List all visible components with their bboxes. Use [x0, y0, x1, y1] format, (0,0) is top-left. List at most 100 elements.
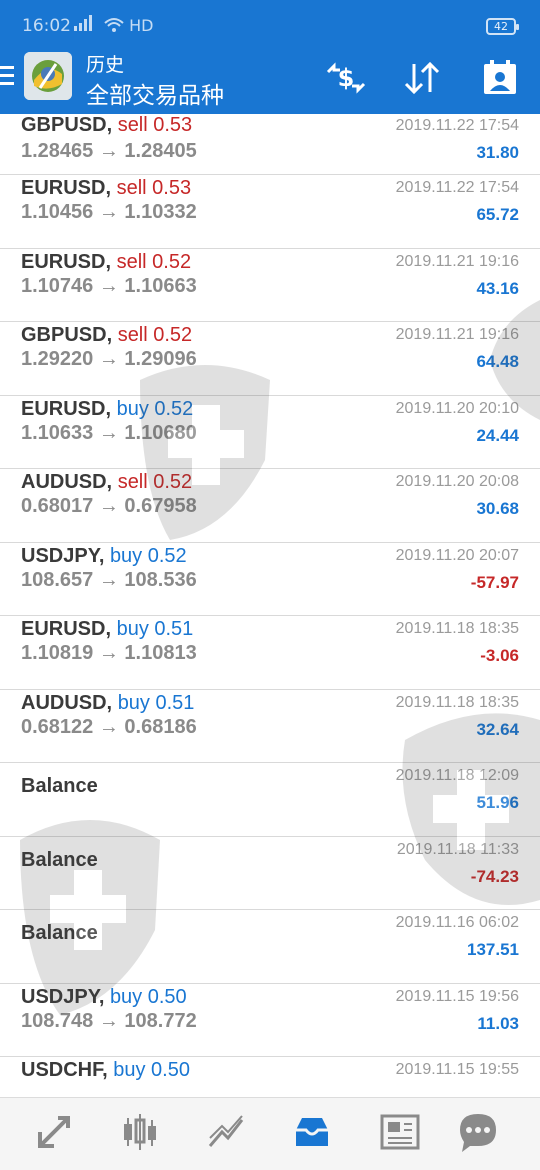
- deal-prices: 1.29220 → 1.29096: [21, 348, 197, 370]
- symbol-label: Balance: [21, 775, 98, 797]
- deal-symbol: GBPUSD, sell 0.52: [21, 324, 192, 347]
- deal-prices: 108.657 → 108.536: [21, 568, 197, 591]
- deal-row[interactable]: AUDUSD, buy 0.51 0.68122 → 0.68186 2019.11…: [0, 690, 540, 763]
- deal-volume: sell 0.53: [117, 114, 193, 136]
- chart-icon[interactable]: [118, 1110, 162, 1154]
- deal-prices: 108.748 → 108.772: [21, 1009, 197, 1032]
- deal-symbol: USDJPY, buy 0.50: [21, 986, 187, 1009]
- balance-row[interactable]: Balance 2019.11.18 11:33 -74.23: [0, 837, 540, 910]
- deal-row[interactable]: AUDUSD, sell 0.52 0.68017 → 0.67958 2019.1…: [0, 469, 540, 543]
- deal-profit: 51.96: [476, 793, 519, 812]
- deal-symbol: Balance: [21, 849, 98, 872]
- deal-profit: 30.68: [476, 499, 519, 518]
- deal-prices: 1.28465 → 1.28405: [21, 140, 197, 162]
- deal-profit: 137.51: [467, 940, 519, 959]
- calendar-icon[interactable]: [478, 58, 522, 98]
- deal-time: 2019.11.18 12:09: [395, 767, 519, 784]
- trade-icon[interactable]: [204, 1110, 248, 1154]
- deal-volume: buy 0.50: [109, 985, 187, 1008]
- symbol-label: USDCHF,: [21, 1059, 108, 1081]
- symbol-label: EURUSD,: [21, 177, 112, 199]
- deal-volume: buy 0.52: [116, 397, 194, 420]
- symbol-label: USDJPY,: [21, 985, 105, 1008]
- deal-prices: 1.10633 → 1.10680: [21, 421, 197, 444]
- deal-time: 2019.11.20 20:08: [395, 473, 519, 490]
- symbol-label: EURUSD,: [21, 618, 112, 640]
- deal-prices: 0.68017 → 0.67958: [21, 495, 197, 517]
- balance-row[interactable]: Balance 2019.11.18 12:09 51.96: [0, 763, 540, 837]
- deal-prices: 1.10819 → 1.10813: [21, 642, 197, 664]
- deal-symbol: GBPUSD, sell 0.53: [21, 114, 192, 137]
- deal-time: 2019.11.20 20:07: [395, 546, 519, 564]
- history-list[interactable]: GBPUSD, sell 0.53 1.28465 → 1.28405 2019.1…: [0, 114, 540, 1131]
- app-bar: 16:02 HD 42 历史 全部交易品种 $: [0, 0, 540, 114]
- deal-profit: -74.23: [470, 866, 519, 886]
- deal-time: 2019.11.21 19:16: [395, 252, 519, 270]
- app-logo[interactable]: [24, 52, 72, 100]
- deal-profit: 24.44: [476, 425, 519, 445]
- currency-exchange-icon[interactable]: $: [324, 58, 368, 98]
- deal-symbol: USDCHF, buy 0.50: [21, 1059, 190, 1082]
- deal-row[interactable]: USDJPY, buy 0.50 108.748 → 108.772 2019.11…: [0, 984, 540, 1057]
- deal-time: 2019.11.15 19:56: [395, 987, 519, 1005]
- status-time: 16:02: [22, 16, 71, 36]
- deal-profit: 32.64: [476, 719, 519, 739]
- deal-profit: -3.06: [480, 646, 519, 665]
- deal-profit: 11.03: [477, 1013, 519, 1033]
- deal-symbol: Balance: [21, 922, 98, 945]
- deal-symbol: EURUSD, sell 0.53: [21, 177, 191, 200]
- deal-volume: sell 0.52: [116, 250, 192, 273]
- deal-row[interactable]: GBPUSD, sell 0.52 1.29220 → 1.29096 2019.1…: [0, 322, 540, 396]
- chat-icon[interactable]: [456, 1110, 500, 1154]
- symbol-label: EURUSD,: [21, 397, 112, 420]
- symbol-label: AUDUSD,: [21, 471, 113, 493]
- balance-row[interactable]: Balance 2019.11.16 06:02 137.51: [0, 910, 540, 984]
- symbol-label: GBPUSD,: [21, 324, 113, 346]
- deal-time: 2019.11.22 17:54: [395, 179, 519, 196]
- deal-time: 2019.11.20 20:10: [395, 399, 519, 417]
- deal-row[interactable]: EURUSD, sell 0.52 1.10746 → 1.10663 2019.1…: [0, 249, 540, 322]
- deal-prices: 1.10456 → 1.10332: [21, 201, 197, 223]
- page-subtitle: 历史: [86, 54, 125, 76]
- deal-row[interactable]: EURUSD, buy 0.52 1.10633 → 1.10680 2019.11…: [0, 396, 540, 469]
- deal-profit: 64.48: [476, 352, 519, 371]
- deal-volume: sell 0.52: [117, 324, 193, 346]
- deal-profit: 65.72: [476, 205, 519, 224]
- deal-profit: 31.80: [476, 143, 519, 162]
- deal-symbol: USDJPY, buy 0.52: [21, 545, 187, 568]
- sort-icon[interactable]: [400, 58, 444, 98]
- deal-symbol: EURUSD, buy 0.52: [21, 398, 193, 421]
- menu-icon[interactable]: [0, 66, 16, 90]
- symbol-label: Balance: [21, 922, 98, 944]
- deal-volume: buy 0.50: [113, 1059, 190, 1081]
- deal-time: 2019.11.22 17:54: [395, 117, 519, 134]
- deal-time: 2019.11.15 19:55: [395, 1061, 519, 1078]
- status-bar: 16:02 HD 42: [0, 0, 540, 52]
- deal-row[interactable]: EURUSD, buy 0.51 1.10819 → 1.10813 2019.11…: [0, 616, 540, 690]
- symbol-label: USDJPY,: [21, 544, 105, 567]
- screen: 16:02 HD 42 历史 全部交易品种 $ GBPUSD, sell 0.5…: [0, 0, 540, 1170]
- symbol-label: Balance: [21, 848, 98, 871]
- history-icon[interactable]: [290, 1110, 334, 1154]
- news-icon[interactable]: [378, 1110, 422, 1154]
- quotes-icon[interactable]: [32, 1110, 76, 1154]
- deal-prices: 0.68122 → 0.68186: [21, 715, 197, 738]
- deal-row[interactable]: EURUSD, sell 0.53 1.10456 → 1.10332 2019.1…: [0, 175, 540, 249]
- deal-symbol: AUDUSD, sell 0.52: [21, 471, 192, 494]
- wifi-hd-label: HD: [104, 16, 153, 35]
- deal-row[interactable]: USDJPY, buy 0.52 108.657 → 108.536 2019.11…: [0, 543, 540, 616]
- page-title[interactable]: 全部交易品种: [86, 76, 224, 110]
- deal-row[interactable]: GBPUSD, sell 0.53 1.28465 → 1.28405 2019.1…: [0, 114, 540, 175]
- deal-time: 2019.11.18 11:33: [396, 840, 519, 858]
- battery-icon: 42: [486, 18, 519, 35]
- symbol-label: GBPUSD,: [21, 114, 113, 136]
- bottom-nav: [0, 1097, 540, 1170]
- deal-profit: -57.97: [470, 572, 519, 592]
- deal-time: 2019.11.16 06:02: [395, 914, 519, 931]
- deal-time: 2019.11.18 18:35: [395, 620, 519, 637]
- signal-icon: [74, 14, 98, 36]
- network-label: HD: [129, 16, 154, 35]
- deal-profit: 43.16: [476, 278, 519, 298]
- deal-volume: buy 0.52: [109, 544, 187, 567]
- symbol-label: AUDUSD,: [21, 691, 113, 714]
